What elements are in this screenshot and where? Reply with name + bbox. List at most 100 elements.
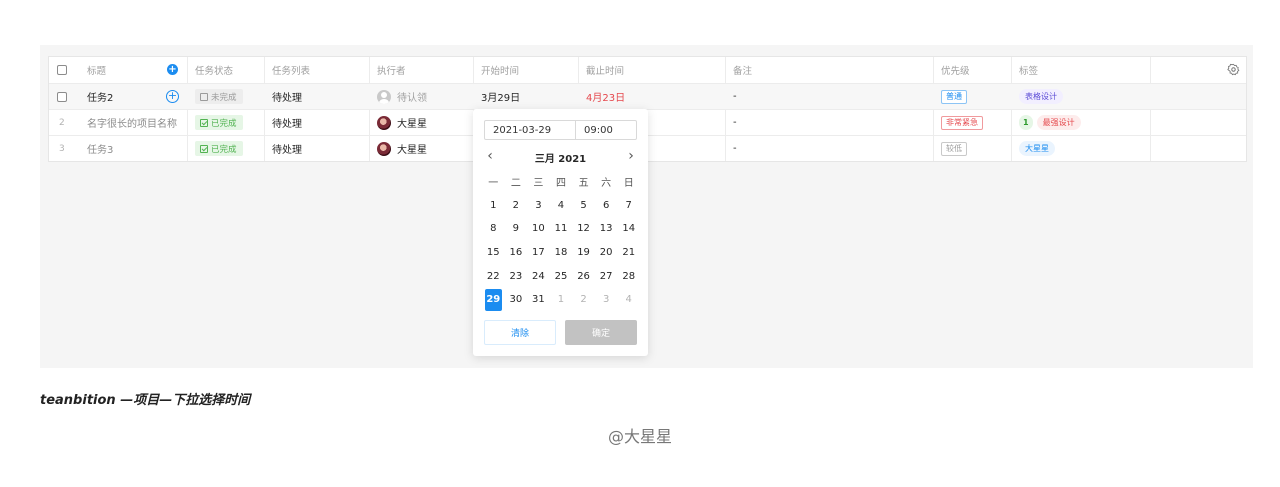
row-number: 3	[59, 143, 65, 154]
header-due-time[interactable]: 截止时间	[578, 57, 725, 83]
status-badge[interactable]: 未完成	[195, 89, 243, 104]
task-title[interactable]: 任务3	[79, 136, 187, 161]
day-cell[interactable]: 21	[617, 241, 640, 265]
weekday-label: 六	[601, 178, 612, 190]
priority-badge: 较低	[941, 141, 967, 156]
tags-cell[interactable]: 大星星	[1011, 136, 1150, 161]
note-cell[interactable]: -	[725, 110, 933, 135]
note-cell[interactable]: -	[725, 84, 933, 109]
day-cell[interactable]: 24	[527, 264, 550, 288]
header-priority[interactable]: 优先级	[933, 57, 1011, 83]
day-cell[interactable]: 11	[550, 217, 573, 241]
task-title-text: 任务3	[87, 145, 114, 156]
day-cell[interactable]: 20	[595, 241, 618, 265]
row-select-cell[interactable]	[49, 84, 79, 109]
add-task-icon[interactable]: +	[167, 64, 178, 75]
list-cell[interactable]: 待处理	[264, 110, 369, 135]
add-subtask-icon[interactable]: +	[166, 90, 179, 103]
row-checkbox[interactable]	[57, 91, 67, 102]
task-title[interactable]: 任务2	[79, 84, 165, 109]
day-cell[interactable]: 13	[595, 217, 618, 241]
status-cell[interactable]: 已完成	[187, 136, 264, 161]
start-time-cell[interactable]: 3月29日	[473, 84, 578, 109]
day-cell-selected[interactable]: 29	[482, 288, 505, 312]
day-cell[interactable]: 1	[482, 194, 505, 218]
list-cell[interactable]: 待处理	[264, 136, 369, 161]
weekday-label: 四	[555, 178, 566, 190]
status-cell[interactable]: 未完成	[187, 84, 264, 109]
day-cell-next-month[interactable]: 3	[595, 288, 618, 312]
confirm-button[interactable]: 确定	[565, 320, 637, 345]
row-number: 2	[59, 117, 65, 128]
day-cell[interactable]: 4	[550, 194, 573, 218]
day-cell[interactable]: 22	[482, 264, 505, 288]
tag-chip: 最强设计	[1036, 115, 1081, 130]
date-input[interactable]: 2021-03-29	[484, 120, 576, 140]
day-cell[interactable]: 7	[617, 194, 640, 218]
header-executor[interactable]: 执行者	[369, 57, 473, 83]
header-start-time[interactable]: 开始时间	[473, 57, 578, 83]
tag-chip: 大星星	[1019, 141, 1055, 156]
time-input[interactable]: 09:00	[575, 120, 637, 140]
select-all-checkbox[interactable]	[57, 65, 67, 75]
day-cell[interactable]: 23	[505, 264, 528, 288]
clear-button[interactable]: 清除	[484, 320, 556, 345]
day-cell[interactable]: 10	[527, 217, 550, 241]
day-cell[interactable]: 8	[482, 217, 505, 241]
day-cell[interactable]: 17	[527, 241, 550, 265]
checked-box-icon	[200, 118, 208, 127]
day-cell[interactable]: 6	[595, 194, 618, 218]
executor-cell[interactable]: 大星星	[369, 110, 473, 135]
day-cell[interactable]: 14	[617, 217, 640, 241]
executor-cell[interactable]: 待认领	[369, 84, 473, 109]
day-cell-next-month[interactable]: 2	[572, 288, 595, 312]
status-label: 未完成	[211, 92, 237, 103]
due-time-cell[interactable]: 4月23日	[578, 84, 725, 109]
tags-cell[interactable]: 表格设计	[1011, 84, 1150, 109]
list-cell[interactable]: 待处理	[264, 84, 369, 109]
settings-gear-icon[interactable]	[1227, 63, 1240, 76]
day-cell[interactable]: 27	[595, 264, 618, 288]
day-cell[interactable]: 26	[572, 264, 595, 288]
day-cell[interactable]: 18	[550, 241, 573, 265]
day-cell[interactable]: 19	[572, 241, 595, 265]
header-tags[interactable]: 标签	[1011, 57, 1150, 83]
note-cell[interactable]: -	[725, 136, 933, 161]
priority-cell[interactable]: 普通	[933, 84, 1011, 109]
select-all-cell[interactable]	[49, 57, 79, 83]
day-cell[interactable]: 5	[572, 194, 595, 218]
day-cell[interactable]: 16	[505, 241, 528, 265]
day-cell[interactable]: 28	[617, 264, 640, 288]
day-cell[interactable]: 3	[527, 194, 550, 218]
day-cell[interactable]: 12	[572, 217, 595, 241]
header-status[interactable]: 任务状态	[187, 57, 264, 83]
tags-cell[interactable]: 1 最强设计	[1011, 110, 1150, 135]
author-credit: @大星星	[607, 427, 672, 446]
task-title[interactable]: 名字很长的项目名称	[79, 110, 187, 135]
priority-cell[interactable]: 较低	[933, 136, 1011, 161]
header-list[interactable]: 任务列表	[264, 57, 369, 83]
day-cell[interactable]: 31	[527, 288, 550, 312]
table-header: 标题 + 任务状态 任务列表 执行者 开始时间 截止时间 备注 优先级 标签	[49, 57, 1246, 83]
status-cell[interactable]: 已完成	[187, 110, 264, 135]
day-cell-next-month[interactable]: 1	[550, 288, 573, 312]
day-cell[interactable]: 2	[505, 194, 528, 218]
status-badge[interactable]: 已完成	[195, 115, 243, 130]
day-cell[interactable]: 30	[505, 288, 528, 312]
status-label: 已完成	[211, 144, 237, 155]
day-cell-next-month[interactable]: 4	[617, 288, 640, 312]
week-row: 1 2 3 4 5 6 7	[482, 194, 640, 218]
user-avatar	[377, 115, 391, 130]
header-note[interactable]: 备注	[725, 57, 933, 83]
user-avatar	[377, 141, 391, 156]
status-badge[interactable]: 已完成	[195, 141, 243, 156]
table-row[interactable]: 任务2 + 未完成 待处理 待认领 3月29日 4月23日 - 普通 表格设计	[49, 83, 1246, 109]
priority-cell[interactable]: 非常紧急	[933, 110, 1011, 135]
week-row: 15 16 17 18 19 20 21	[482, 241, 640, 265]
priority-badge: 非常紧急	[941, 115, 983, 130]
day-cell[interactable]: 9	[505, 217, 528, 241]
day-cell[interactable]: 15	[482, 241, 505, 265]
executor-cell[interactable]: 大星星	[369, 136, 473, 161]
chevron-right-icon[interactable]: ›	[624, 148, 638, 164]
day-cell[interactable]: 25	[550, 264, 573, 288]
